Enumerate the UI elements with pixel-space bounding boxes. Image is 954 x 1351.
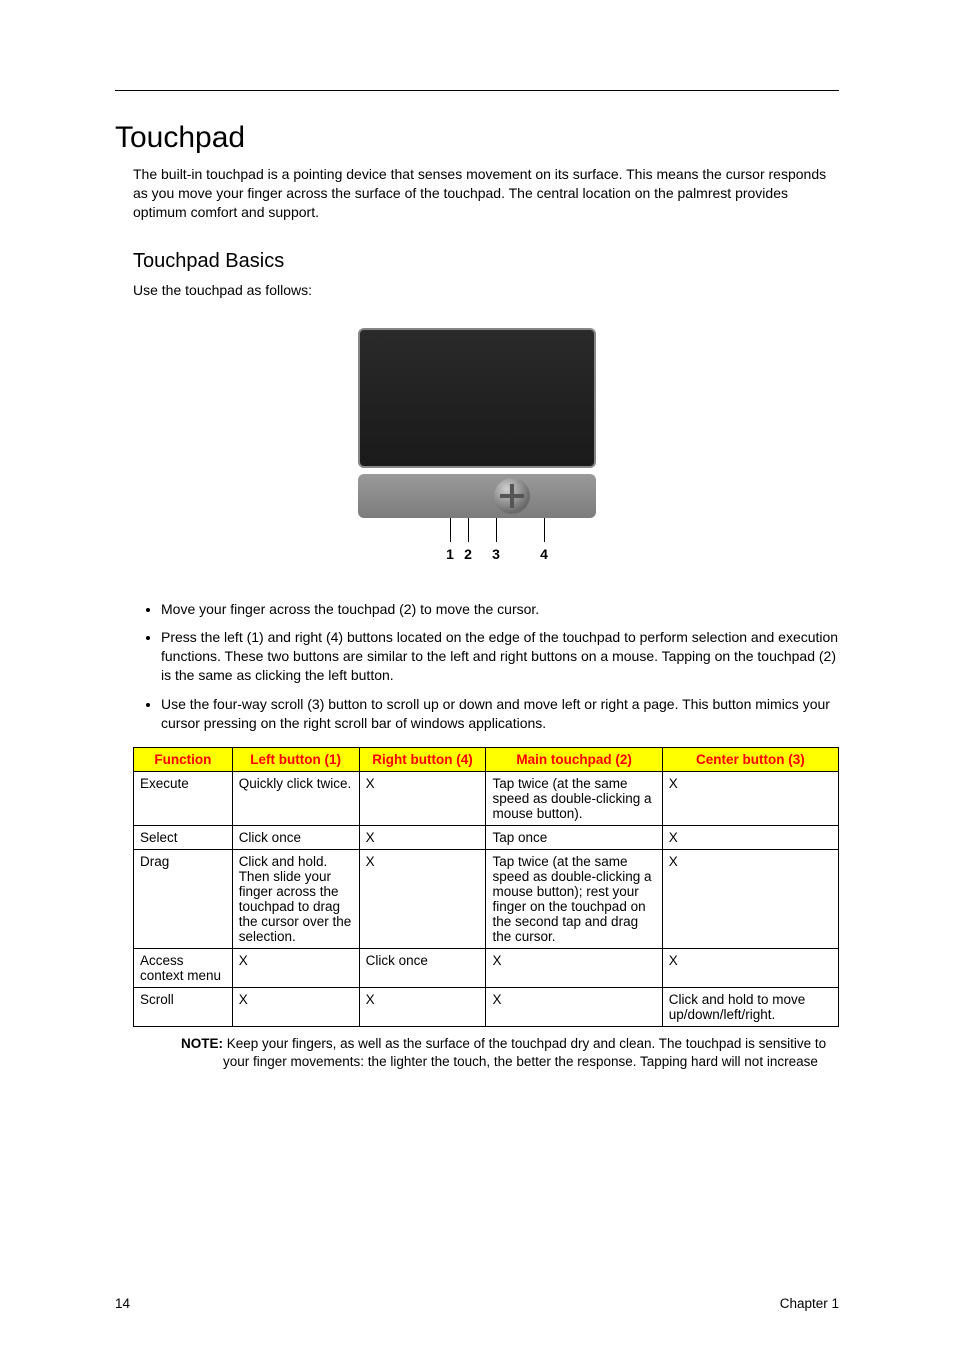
touchpad-button-row: [358, 474, 596, 518]
touchpad-label-row: 1 2 3 4: [358, 518, 596, 572]
callout-label-3: 3: [492, 546, 500, 562]
table-row: Scroll X X X Click and hold to move up/d…: [134, 987, 839, 1026]
section-intro: The built-in touchpad is a pointing devi…: [133, 165, 839, 222]
bullet-item: Press the left (1) and right (4) buttons…: [161, 628, 839, 685]
touchpad-image: [358, 328, 596, 518]
cell-function: Drag: [134, 849, 233, 948]
touchpad-scroll-button-icon: [494, 478, 530, 514]
cell-main: Tap once: [486, 825, 662, 849]
cell-main: X: [486, 948, 662, 987]
cell-left: X: [232, 987, 359, 1026]
cell-center: X: [662, 825, 838, 849]
cell-right: X: [359, 987, 486, 1026]
callout-tick-2: [468, 518, 469, 542]
cell-right: Click once: [359, 948, 486, 987]
cell-left: X: [232, 948, 359, 987]
callout-tick-4: [544, 518, 545, 542]
touchpad-figure: 1 2 3 4: [358, 328, 596, 572]
cell-left: Click once: [232, 825, 359, 849]
usage-bullets: Move your finger across the touchpad (2)…: [133, 600, 839, 733]
header-left: Left button (1): [232, 747, 359, 771]
touchpad-surface-icon: [358, 328, 596, 468]
cell-left: Click and hold. Then slide your finger a…: [232, 849, 359, 948]
header-function: Function: [134, 747, 233, 771]
section-title: Touchpad: [115, 121, 839, 155]
cell-center: Click and hold to move up/down/left/righ…: [662, 987, 838, 1026]
cell-center: X: [662, 771, 838, 825]
table-row: Execute Quickly click twice. X Tap twice…: [134, 771, 839, 825]
cell-function: Access context menu: [134, 948, 233, 987]
cell-center: X: [662, 849, 838, 948]
touchpad-left-button-icon: [358, 474, 488, 518]
callout-label-1: 1: [446, 546, 454, 562]
header-center: Center button (3): [662, 747, 838, 771]
cell-main: X: [486, 987, 662, 1026]
table-row: Drag Click and hold. Then slide your fin…: [134, 849, 839, 948]
page-number: 14: [115, 1296, 130, 1311]
header-rule: [115, 90, 839, 91]
cell-center: X: [662, 948, 838, 987]
chapter-label: Chapter 1: [780, 1296, 839, 1311]
note-text: Keep your fingers, as well as the surfac…: [223, 1036, 826, 1069]
cell-main: Tap twice (at the same speed as double-c…: [486, 771, 662, 825]
cell-right: X: [359, 771, 486, 825]
touchpad-right-button-icon: [536, 474, 596, 518]
function-table: Function Left button (1) Right button (4…: [133, 747, 839, 1027]
subsection-lead: Use the touchpad as follows:: [133, 281, 839, 300]
subsection-title: Touchpad Basics: [133, 250, 839, 273]
table-row: Select Click once X Tap once X: [134, 825, 839, 849]
cell-function: Scroll: [134, 987, 233, 1026]
cell-right: X: [359, 849, 486, 948]
cell-right: X: [359, 825, 486, 849]
table-header-row: Function Left button (1) Right button (4…: [134, 747, 839, 771]
cell-function: Execute: [134, 771, 233, 825]
callout-label-2: 2: [464, 546, 472, 562]
header-right: Right button (4): [359, 747, 486, 771]
bullet-item: Move your finger across the touchpad (2)…: [161, 600, 839, 619]
cell-left: Quickly click twice.: [232, 771, 359, 825]
callout-tick-1: [450, 518, 451, 542]
table-row: Access context menu X Click once X X: [134, 948, 839, 987]
cell-function: Select: [134, 825, 233, 849]
header-main: Main touchpad (2): [486, 747, 662, 771]
note-paragraph: NOTE: Keep your fingers, as well as the …: [143, 1035, 839, 1071]
callout-label-4: 4: [540, 546, 548, 562]
note-label: NOTE:: [181, 1036, 223, 1051]
bullet-item: Use the four-way scroll (3) button to sc…: [161, 695, 839, 733]
callout-tick-3: [496, 518, 497, 542]
page-footer: 14 Chapter 1: [115, 1296, 839, 1311]
cell-main: Tap twice (at the same speed as double-c…: [486, 849, 662, 948]
